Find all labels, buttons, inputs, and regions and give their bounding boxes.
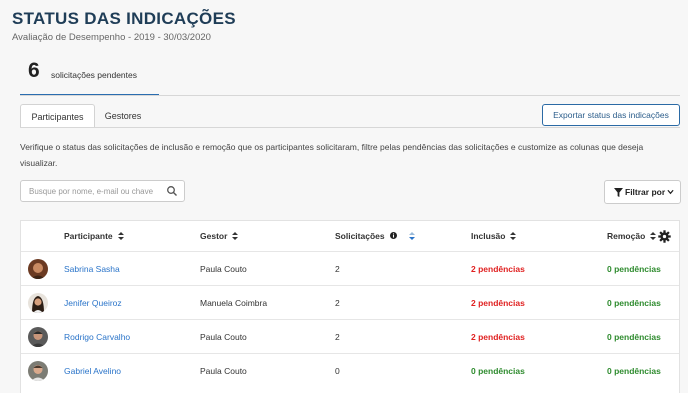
- sort-icon: [510, 232, 517, 240]
- table-row[interactable]: Rodrigo Carvalho Paula Couto 2 2 pendênc…: [21, 319, 679, 353]
- tab-gestores[interactable]: Gestores: [95, 104, 151, 128]
- page-description: Verifique o status das solicitações de i…: [20, 142, 644, 168]
- avatar: [28, 327, 48, 347]
- participant-name-link[interactable]: Jenifer Queiroz: [64, 286, 122, 320]
- sort-icon: [650, 232, 657, 240]
- manager-name: Paula Couto: [200, 332, 247, 342]
- tab-bar-line: [20, 127, 680, 128]
- removal-status: 0 pendências: [607, 264, 661, 274]
- avatar: [28, 259, 48, 279]
- chevron-down-icon: [667, 189, 674, 195]
- filter-icon: [614, 188, 623, 197]
- sort-icon: [232, 232, 239, 240]
- filter-button[interactable]: Filtrar por: [604, 180, 681, 204]
- participant-name-link[interactable]: Rodrigo Carvalho: [64, 320, 130, 354]
- search-icon[interactable]: [166, 185, 178, 197]
- table-row[interactable]: Sabrina Sasha Paula Couto 2 2 pendências…: [21, 251, 679, 285]
- page-subtitle: Avaliação de Desempenho - 2019 - 30/03/2…: [12, 32, 211, 43]
- requests-count: 0: [335, 366, 340, 376]
- pending-count: 6: [28, 59, 40, 82]
- requests-count: 2: [335, 332, 340, 342]
- section-divider: [20, 95, 680, 96]
- export-status-button[interactable]: Exportar status das indicações: [542, 104, 680, 126]
- manager-name: Paula Couto: [200, 264, 247, 274]
- column-header-gestor[interactable]: Gestor: [200, 221, 239, 252]
- pending-count-label: solicitações pendentes: [51, 70, 138, 80]
- participant-name-link[interactable]: Sabrina Sasha: [64, 252, 120, 286]
- page-title: STATUS DAS INDICAÇÕES: [12, 9, 236, 28]
- manager-name: Manuela Coimbra: [200, 298, 268, 308]
- removal-status: 0 pendências: [607, 366, 661, 376]
- column-header-inclusao[interactable]: Inclusão: [471, 221, 517, 252]
- tab-participantes[interactable]: Participantes: [20, 104, 95, 128]
- search-box: [20, 180, 185, 202]
- avatar: [28, 293, 48, 313]
- inclusion-status: 2 pendências: [471, 298, 525, 308]
- table-row[interactable]: Jenifer Queiroz Manuela Coimbra 2 2 pend…: [21, 285, 679, 319]
- column-header-solicitacoes[interactable]: Solicitações: [335, 221, 416, 252]
- filter-button-label: Filtrar por: [625, 187, 666, 197]
- pending-count-card: 6 solicitações pendentes: [20, 58, 159, 95]
- avatar: [28, 361, 48, 381]
- gear-icon[interactable]: [658, 230, 671, 243]
- requests-count: 2: [335, 264, 340, 274]
- table-row[interactable]: Gabriel Avelino Paula Couto 0 0 pendênci…: [21, 353, 679, 387]
- manager-name: Paula Couto: [200, 366, 247, 376]
- sort-icon: [117, 232, 124, 240]
- removal-status: 0 pendências: [607, 332, 661, 342]
- search-input[interactable]: [29, 184, 169, 199]
- inclusion-status: 2 pendências: [471, 264, 525, 274]
- info-icon[interactable]: [389, 232, 397, 239]
- column-header-participante[interactable]: Participante: [64, 221, 124, 252]
- inclusion-status: 2 pendências: [471, 332, 525, 342]
- participant-name-link[interactable]: Gabriel Avelino: [64, 354, 121, 388]
- participants-table: Participante Gestor Solicitações Inclusã…: [20, 220, 680, 393]
- sort-icon-active: [409, 232, 416, 240]
- inclusion-status: 0 pendências: [471, 366, 525, 376]
- removal-status: 0 pendências: [607, 298, 661, 308]
- requests-count: 2: [335, 298, 340, 308]
- column-header-remocao[interactable]: Remoção: [607, 221, 657, 252]
